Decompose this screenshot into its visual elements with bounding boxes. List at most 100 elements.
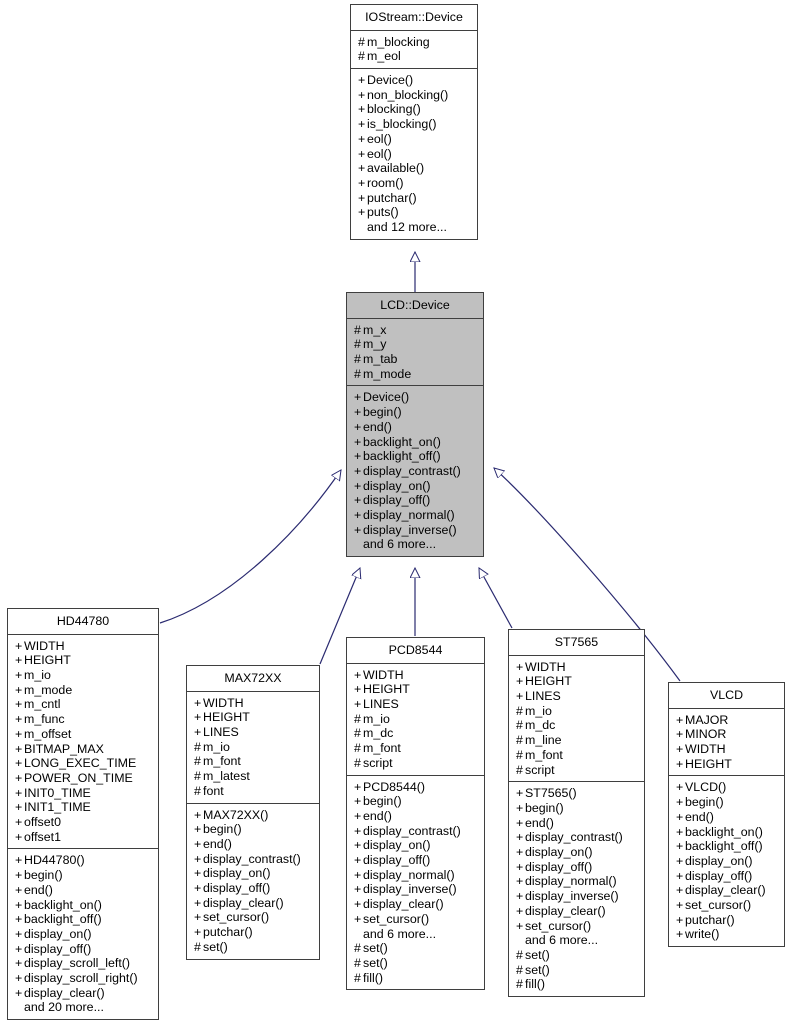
- method-row: # fill(): [354, 971, 479, 986]
- visibility-marker: +: [15, 829, 23, 844]
- visibility-marker: +: [15, 882, 23, 897]
- visibility-marker: +: [358, 190, 366, 205]
- method-row: # set(): [354, 941, 479, 956]
- attribute-row: + HEIGHT: [516, 674, 639, 689]
- method-row: + set_cursor(): [676, 898, 779, 913]
- visibility-marker: +: [354, 405, 362, 420]
- visibility-marker: +: [15, 668, 23, 682]
- method-row: + end(): [354, 420, 478, 435]
- class-box-iostream_device[interactable]: IOStream::Device # m_blocking # m_eol + Device…: [350, 4, 478, 240]
- visibility-marker: #: [516, 977, 523, 992]
- member-label: HEIGHT: [24, 653, 71, 668]
- method-row: + display_inverse(): [354, 882, 479, 897]
- visibility-marker: +: [354, 667, 362, 682]
- visibility-marker: +: [354, 853, 362, 868]
- member-label: m_blocking: [367, 34, 430, 49]
- member-label: MAX72XX(): [203, 807, 269, 822]
- method-row: + backlight_off(): [15, 912, 153, 927]
- method-row: + display_on(): [354, 479, 478, 494]
- method-row: + eol(): [358, 132, 472, 147]
- member-label: m_font: [525, 747, 563, 762]
- member-label: display_contrast(): [363, 823, 461, 838]
- method-row: + end(): [354, 809, 479, 824]
- visibility-marker: #: [516, 762, 523, 777]
- member-label: end(): [24, 882, 53, 897]
- member-label: end(): [363, 419, 392, 434]
- attribute-row: # m_tab: [354, 352, 478, 367]
- method-row: + display_off(): [194, 881, 314, 896]
- attribute-row: # m_y: [354, 337, 478, 352]
- method-row: + putchar(): [194, 925, 314, 940]
- attribute-row: + LINES: [516, 689, 639, 704]
- method-row: + display_normal(): [516, 874, 639, 889]
- visibility-marker: +: [516, 786, 524, 801]
- member-label: display_scroll_left(): [24, 956, 131, 971]
- method-row: + display_normal(): [354, 868, 479, 883]
- member-label: VLCD(): [685, 780, 727, 795]
- member-label: m_io: [525, 703, 552, 718]
- attribute-row: # m_dc: [354, 726, 479, 741]
- method-row: + puts(): [358, 205, 472, 220]
- member-label: set(): [525, 962, 550, 977]
- member-label: display_off(): [525, 859, 593, 874]
- class-box-st7565[interactable]: ST7565 + WIDTH + HEIGHT + LINES # m_io # m_dc # m_li…: [508, 629, 645, 998]
- visibility-marker: #: [354, 955, 361, 970]
- visibility-marker: +: [15, 682, 23, 697]
- method-row: + end(): [194, 837, 314, 852]
- member-label: ST7565(): [525, 786, 577, 801]
- class-box-vlcd[interactable]: VLCD + MAJOR + MINOR + WIDTH + HEIGHT + VLCD() + beg…: [668, 682, 785, 948]
- method-row: + ST7565(): [516, 786, 639, 801]
- member-label: LINES: [203, 725, 239, 739]
- visibility-marker: #: [516, 747, 523, 762]
- attribute-row: # m_x: [354, 323, 478, 338]
- method-row: + begin(): [676, 795, 779, 810]
- attribute-row: + WIDTH: [676, 742, 779, 757]
- member-label: and 20 more...: [24, 1000, 104, 1015]
- class-box-max72xx[interactable]: MAX72XX + WIDTH + HEIGHT + LINES # m_io # m_font # m…: [186, 665, 320, 960]
- member-label: putchar(): [685, 912, 735, 927]
- member-label: INIT0_TIME: [24, 785, 91, 800]
- class-box-lcd_device[interactable]: LCD::Device # m_x # m_y # m_tab # m_mode + Device(…: [346, 292, 484, 558]
- member-label: display_scroll_right(): [24, 971, 138, 986]
- attribute-row: + m_func: [15, 712, 153, 727]
- method-row: + set_cursor(): [194, 910, 314, 925]
- attribute-row: # m_blocking: [358, 35, 472, 50]
- member-label: end(): [525, 815, 554, 830]
- class-box-pcd8544[interactable]: PCD8544 + WIDTH + HEIGHT + LINES # m_io # m_dc # m_f…: [346, 637, 485, 991]
- method-row: + putchar(): [676, 913, 779, 928]
- class-box-hd44780[interactable]: HD44780 + WIDTH + HEIGHT + m_io + m_mode + m_cntl +…: [7, 608, 159, 1021]
- member-label: begin(): [24, 868, 63, 883]
- visibility-marker: #: [194, 769, 201, 784]
- member-label: begin(): [685, 795, 724, 810]
- member-label: backlight_off(): [363, 449, 441, 464]
- attribute-row: + BITMAP_MAX: [15, 742, 153, 757]
- visibility-marker: +: [15, 712, 23, 727]
- visibility-marker: #: [358, 34, 365, 49]
- class-title-vlcd: VLCD: [669, 683, 784, 709]
- visibility-marker: +: [194, 836, 202, 851]
- visibility-marker: +: [354, 478, 362, 493]
- class-attributes-pcd8544: + WIDTH + HEIGHT + LINES # m_io # m_dc # m_font # scr…: [347, 664, 484, 776]
- visibility-marker: +: [354, 911, 362, 926]
- member-label: display_off(): [685, 868, 753, 883]
- visibility-marker: +: [358, 73, 366, 87]
- member-label: display_on(): [24, 926, 92, 941]
- member-label: HEIGHT: [363, 682, 410, 697]
- visibility-marker: +: [358, 205, 366, 220]
- visibility-marker: +: [358, 102, 366, 117]
- visibility-marker: +: [676, 912, 684, 927]
- method-row: + non_blocking(): [358, 88, 472, 103]
- visibility-marker: +: [358, 161, 366, 176]
- member-label: m_io: [363, 711, 390, 726]
- visibility-marker: +: [516, 830, 524, 845]
- method-row: + backlight_off(): [676, 839, 779, 854]
- visibility-marker: +: [358, 175, 366, 190]
- visibility-marker: +: [516, 889, 524, 904]
- method-row: and 20 more...: [15, 1000, 153, 1015]
- method-row: + display_inverse(): [354, 523, 478, 538]
- attribute-row: + MAJOR: [676, 713, 779, 728]
- member-label: puts(): [367, 205, 399, 220]
- member-label: display_on(): [685, 853, 753, 868]
- inheritance-diagram-canvas: IOStream::Device # m_blocking # m_eol + Device…: [0, 0, 793, 1028]
- member-label: WIDTH: [203, 695, 244, 710]
